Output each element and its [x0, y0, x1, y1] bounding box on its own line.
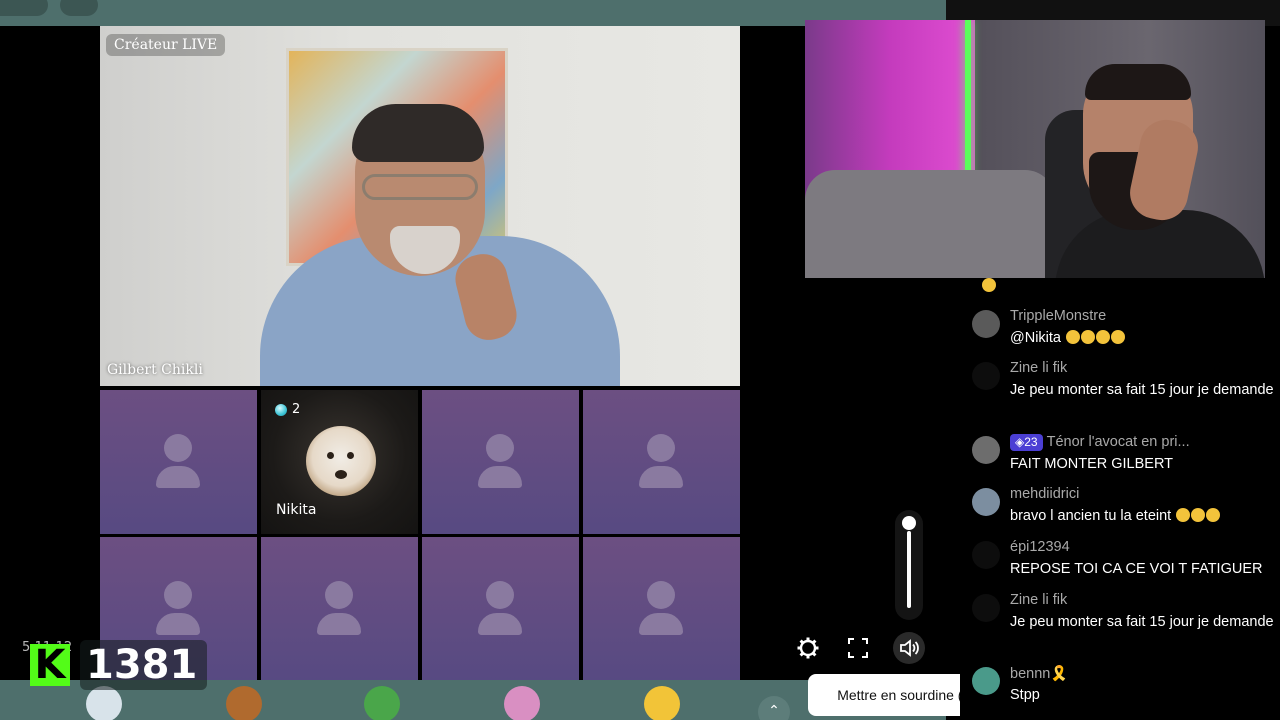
streamer-webcam: [805, 20, 1265, 278]
empty-guest-tile[interactable]: [422, 537, 579, 681]
top-pill-button[interactable]: [60, 0, 98, 16]
chat-username[interactable]: Zine li fik: [1010, 592, 1067, 608]
chat-panel[interactable]: TrippleMonstre @Nikita Zine li fik Je pe…: [960, 278, 1280, 720]
laughing-emoji-icon: [1096, 330, 1111, 344]
avatar[interactable]: [972, 594, 1000, 622]
settings-icon[interactable]: [792, 632, 824, 664]
chat-text-value: bravo l ancien tu la eteint: [1010, 508, 1172, 524]
volume-slider-fill: [907, 531, 911, 608]
heart-hands-gift-icon[interactable]: [504, 686, 540, 720]
bear-gift-icon[interactable]: [226, 686, 262, 720]
emoji-icon: [982, 278, 996, 292]
screen: { "stream": { "main_tile_label": "Créate…: [0, 0, 1280, 720]
avatar-eye: [347, 452, 354, 459]
placeholder-avatar-icon: [486, 581, 514, 609]
avatar[interactable]: [972, 362, 1000, 390]
chat-text: REPOSE TOI CA CE VOI T FATIGUER: [1010, 561, 1263, 577]
chat-text: Je peu monter sa fait 15 jour je demande: [1010, 614, 1274, 630]
placeholder-avatar-body: [639, 466, 683, 488]
host-hair: [352, 104, 484, 162]
host-video-tile: Créateur LIVE Gilbert Chikli: [100, 26, 740, 386]
guest-name-label: Nikita: [276, 502, 317, 518]
chat-username[interactable]: TrippleMonstre: [1010, 308, 1106, 324]
chat-text-value: @Nikita: [1010, 330, 1061, 346]
volume-slider-knob[interactable]: [902, 516, 916, 530]
gem-count: 2: [292, 402, 301, 417]
empty-guest-tile[interactable]: [583, 537, 740, 681]
avatar[interactable]: [972, 436, 1000, 464]
viewer-count: 1381: [80, 640, 208, 690]
chat-username-row[interactable]: ◈23 Ténor l'avocat en pri...: [1010, 434, 1190, 451]
placeholder-avatar-icon: [647, 581, 675, 609]
gem-icon: [275, 403, 287, 416]
host-name-label: Gilbert Chikli: [107, 362, 203, 378]
avatar-eye: [327, 452, 334, 459]
elf-gift-icon[interactable]: [364, 686, 400, 720]
empty-guest-tile[interactable]: [583, 390, 740, 534]
chat-username[interactable]: bennn🎗️: [1010, 665, 1068, 682]
empty-guest-tile[interactable]: [422, 390, 579, 534]
avatar[interactable]: [972, 541, 1000, 569]
placeholder-avatar-body: [317, 613, 361, 635]
placeholder-avatar-icon: [164, 434, 192, 462]
laughing-emoji-icon: [1066, 330, 1081, 344]
gem-counter: 2: [275, 402, 300, 417]
chat-username[interactable]: mehdiidrici: [1010, 486, 1079, 502]
placeholder-avatar-body: [478, 613, 522, 635]
webcam-sofa: [805, 170, 1055, 278]
avatar[interactable]: [972, 488, 1000, 516]
placeholder-avatar-body: [639, 613, 683, 635]
level-badge: ◈23: [1010, 434, 1043, 451]
placeholder-avatar-body: [156, 613, 200, 635]
placeholder-avatar-icon: [486, 434, 514, 462]
chat-text: Stpp: [1010, 687, 1040, 703]
placeholder-avatar-body: [478, 466, 522, 488]
laughing-emoji-icon: [1176, 508, 1191, 522]
avatar-nose: [335, 470, 347, 479]
level-badge-value: 23: [1024, 435, 1038, 449]
chevron-up-icon[interactable]: ⌃: [758, 696, 790, 720]
sunglasses-gift-icon[interactable]: [644, 686, 680, 720]
chat-username[interactable]: épi12394: [1010, 539, 1070, 555]
laughing-emoji-icon: [1081, 330, 1096, 344]
creator-live-label: Créateur LIVE: [106, 34, 226, 56]
avatar[interactable]: [972, 310, 1000, 338]
streamer-hair: [1085, 64, 1191, 100]
placeholder-avatar-body: [156, 466, 200, 488]
laughing-emoji-icon: [1206, 508, 1221, 522]
chat-text: Je peu monter sa fait 15 jour je demande: [1010, 382, 1274, 398]
chat-text: bravo l ancien tu la eteint: [1010, 506, 1280, 527]
top-pill-left[interactable]: [0, 0, 48, 16]
guest-tile-nikita[interactable]: 2 Nikita: [261, 390, 418, 534]
empty-guest-tile[interactable]: [261, 537, 418, 681]
guest-avatar: [306, 426, 376, 496]
volume-icon[interactable]: [893, 632, 925, 664]
host-glasses: [362, 174, 478, 200]
avatar[interactable]: [972, 667, 1000, 695]
placeholder-avatar-icon: [325, 581, 353, 609]
chat-text: @Nikita: [1010, 328, 1280, 349]
placeholder-avatar-icon: [647, 434, 675, 462]
fullscreen-icon[interactable]: [842, 632, 874, 664]
empty-guest-tile[interactable]: [100, 390, 257, 534]
laughing-emoji-icon: [1191, 508, 1206, 522]
laughing-emoji-icon: [1111, 330, 1126, 344]
placeholder-avatar-icon: [164, 581, 192, 609]
chat-username[interactable]: Zine li fik: [1010, 360, 1067, 376]
chat-text: FAIT MONTER GILBERT: [1010, 456, 1174, 472]
swan-gift-icon[interactable]: [86, 686, 122, 720]
kick-logo-icon: K: [30, 644, 70, 686]
volume-slider[interactable]: [895, 510, 923, 620]
chat-username[interactable]: Ténor l'avocat en pri...: [1047, 434, 1190, 450]
